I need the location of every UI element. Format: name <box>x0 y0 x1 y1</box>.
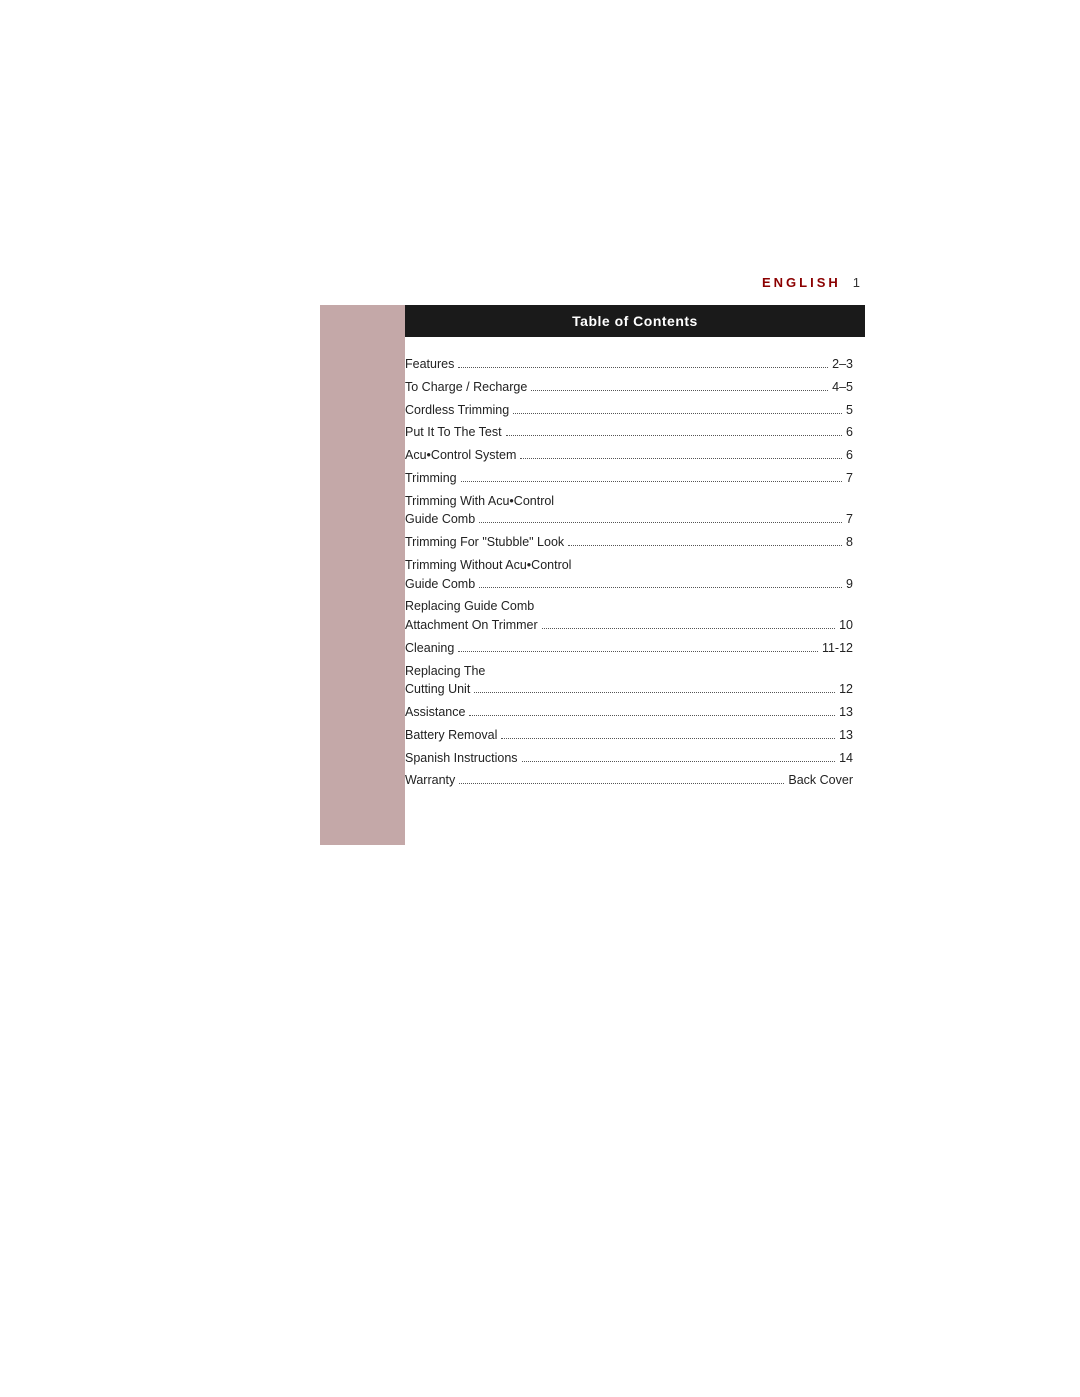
toc-entry-assistance: Assistance 13 <box>405 703 853 722</box>
toc-entry-trimming: Trimming 7 <box>405 469 853 488</box>
toc-page-put-test: 6 <box>846 423 853 442</box>
toc-replacing-guide-comb-line2: Attachment On Trimmer 10 <box>405 616 853 635</box>
toc-page-trimming-with-acu: 7 <box>846 510 853 529</box>
toc-dots-acu-control <box>520 458 842 459</box>
toc-label-warranty: Warranty <box>405 771 455 790</box>
toc-label-trimming-with-acu-line1: Trimming With Acu•Control <box>405 492 853 511</box>
toc-dots-spanish <box>522 761 836 762</box>
toc-label-assistance: Assistance <box>405 703 465 722</box>
toc-page-acu-control: 6 <box>846 446 853 465</box>
toc-entry-spanish: Spanish Instructions 14 <box>405 749 853 768</box>
toc-dots-features <box>458 367 828 368</box>
page-number: 1 <box>853 275 860 290</box>
toc-label-features: Features <box>405 355 454 374</box>
toc-entry-stubble: Trimming For "Stubble" Look 8 <box>405 533 853 552</box>
english-label: ENGLISH <box>762 275 841 290</box>
toc-dots-warranty <box>459 783 784 784</box>
toc-entry-battery-removal: Battery Removal 13 <box>405 726 853 745</box>
toc-entry-acu-control: Acu•Control System 6 <box>405 446 853 465</box>
toc-entry-replacing-the: Replacing The Cutting Unit 12 <box>405 662 853 700</box>
toc-dots-replacing-the <box>474 692 835 693</box>
toc-entry-trimming-with-acu: Trimming With Acu•Control Guide Comb 7 <box>405 492 853 530</box>
toc-label-replacing-guide-comb-line2: Attachment On Trimmer <box>405 616 538 635</box>
toc-label-replacing-guide-comb-line1: Replacing Guide Comb <box>405 597 853 616</box>
toc-page-battery-removal: 13 <box>839 726 853 745</box>
toc-page-stubble: 8 <box>846 533 853 552</box>
toc-page-cleaning: 11-12 <box>822 639 853 658</box>
toc-trimming-without-acu-line2: Guide Comb 9 <box>405 575 853 594</box>
toc-label-stubble: Trimming For "Stubble" Look <box>405 533 564 552</box>
toc-entry-put-test: Put It To The Test 6 <box>405 423 853 442</box>
toc-page-spanish: 14 <box>839 749 853 768</box>
toc-dots-trimming-with-acu <box>479 522 842 523</box>
toc-page-replacing-the: 12 <box>839 680 853 699</box>
toc-label-spanish: Spanish Instructions <box>405 749 518 768</box>
toc-page-replacing-guide-comb: 10 <box>839 616 853 635</box>
toc-dots-trimming-without-acu <box>479 587 842 588</box>
toc-dots-charge <box>531 390 828 391</box>
toc-label-replacing-the-line2: Cutting Unit <box>405 680 470 699</box>
toc-label-trimming-without-acu-line2: Guide Comb <box>405 575 475 594</box>
toc-label-replacing-the-line1: Replacing The <box>405 662 853 681</box>
toc-label-cleaning: Cleaning <box>405 639 454 658</box>
toc-label-put-test: Put It To The Test <box>405 423 502 442</box>
toc-dots-trimming <box>461 481 842 482</box>
toc-page-cordless: 5 <box>846 401 853 420</box>
toc-page-trimming-without-acu: 9 <box>846 575 853 594</box>
toc-entry-warranty: Warranty Back Cover <box>405 771 853 790</box>
toc-label-trimming-with-acu-line2: Guide Comb <box>405 510 475 529</box>
toc-entry-cordless: Cordless Trimming 5 <box>405 401 853 420</box>
toc-title: Table of Contents <box>405 305 865 337</box>
toc-label-trimming: Trimming <box>405 469 457 488</box>
toc-label-cordless: Cordless Trimming <box>405 401 509 420</box>
toc-dots-assistance <box>469 715 835 716</box>
toc-label-acu-control: Acu•Control System <box>405 446 516 465</box>
toc-label-battery-removal: Battery Removal <box>405 726 497 745</box>
toc-page-features: 2–3 <box>832 355 853 374</box>
page: ENGLISH 1 Table of Contents Features 2–3… <box>0 0 1080 1397</box>
toc-content: Features 2–3 To Charge / Recharge 4–5 Co… <box>405 337 865 812</box>
toc-entry-replacing-guide-comb: Replacing Guide Comb Attachment On Trimm… <box>405 597 853 635</box>
english-header: ENGLISH 1 <box>762 275 860 290</box>
toc-page-trimming: 7 <box>846 469 853 488</box>
toc-dots-put-test <box>506 435 842 436</box>
toc-trimming-with-acu-line2: Guide Comb 7 <box>405 510 853 529</box>
toc-page-warranty: Back Cover <box>788 771 853 790</box>
toc-dots-cleaning <box>458 651 818 652</box>
toc-dots-replacing-guide-comb <box>542 628 835 629</box>
toc-entry-trimming-without-acu: Trimming Without Acu•Control Guide Comb … <box>405 556 853 594</box>
toc-dots-battery-removal <box>501 738 835 739</box>
toc-replacing-the-line2: Cutting Unit 12 <box>405 680 853 699</box>
toc-entry-features: Features 2–3 <box>405 355 853 374</box>
toc-entry-charge: To Charge / Recharge 4–5 <box>405 378 853 397</box>
toc-label-trimming-without-acu-line1: Trimming Without Acu•Control <box>405 556 853 575</box>
toc-dots-cordless <box>513 413 842 414</box>
toc-dots-stubble <box>568 545 842 546</box>
toc-page-charge: 4–5 <box>832 378 853 397</box>
toc-entry-cleaning: Cleaning 11-12 <box>405 639 853 658</box>
toc-label-charge: To Charge / Recharge <box>405 378 527 397</box>
table-of-contents: Table of Contents Features 2–3 To Charge… <box>405 305 865 812</box>
sidebar-decoration <box>320 305 405 845</box>
toc-page-assistance: 13 <box>839 703 853 722</box>
